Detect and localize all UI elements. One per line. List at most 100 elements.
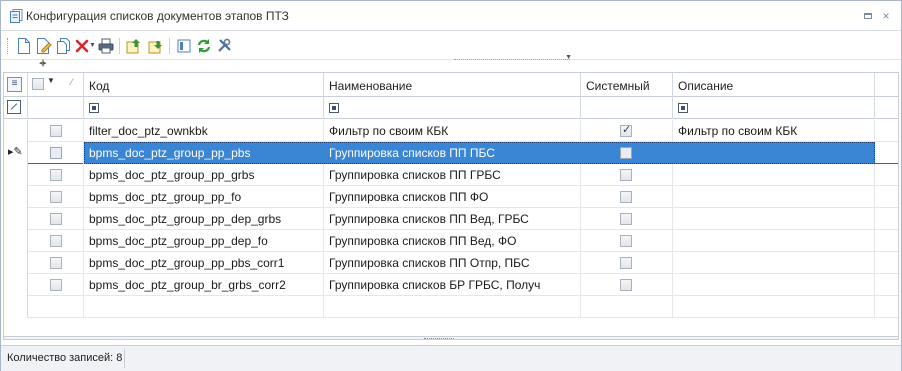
filter-cell-description[interactable]	[673, 97, 875, 119]
new-document-button[interactable]	[15, 37, 33, 55]
cell-description[interactable]: Фильтр по своим КБК	[673, 120, 875, 142]
cell-code[interactable]: filter_doc_ptz_ownkbk	[84, 120, 324, 142]
row-indicator[interactable]	[4, 230, 28, 252]
row-select-checkbox[interactable]	[50, 257, 62, 269]
row-indicator[interactable]: ▸✎	[4, 142, 28, 164]
cell-system[interactable]	[581, 274, 673, 296]
column-chooser-icon[interactable]: ≡	[7, 77, 22, 92]
settings-button[interactable]	[215, 37, 233, 55]
table-row[interactable]: bpms_doc_ptz_group_pp_dep_grbs Группировк…	[4, 208, 898, 230]
row-select-checkbox[interactable]	[50, 191, 62, 203]
cell-name[interactable]: Группировка списков ПП Вед, ФО	[324, 230, 581, 252]
cell-system[interactable]	[581, 252, 673, 274]
row-indicator[interactable]	[4, 274, 28, 296]
columns-button[interactable]	[175, 37, 193, 55]
table-row[interactable]: bpms_doc_ptz_group_pp_fo Группировка спис…	[4, 186, 898, 208]
system-checkbox[interactable]	[620, 123, 632, 137]
row-indicator[interactable]	[4, 208, 28, 230]
cell-system[interactable]	[581, 164, 673, 186]
filter-cell-code[interactable]	[84, 97, 324, 119]
system-checkbox[interactable]	[620, 169, 632, 181]
cell-system[interactable]	[581, 186, 673, 208]
move-down-button[interactable]	[147, 37, 165, 55]
select-all-header: ▼ ⁄	[28, 73, 84, 97]
filter-editor-icon[interactable]	[7, 100, 21, 114]
row-select-checkbox[interactable]	[50, 147, 62, 159]
cell-description[interactable]	[673, 252, 875, 274]
filter-cell-select	[28, 97, 84, 119]
select-dropdown-arrow[interactable]: ▼	[47, 76, 55, 85]
cell-description[interactable]	[673, 186, 875, 208]
row-select-cell	[28, 296, 84, 318]
column-chooser-cell: ≡	[4, 73, 28, 97]
toolbar-grip[interactable]	[7, 38, 10, 54]
filter-condition-icon[interactable]	[329, 103, 339, 113]
cell-description[interactable]	[673, 230, 875, 252]
copy-document-button[interactable]	[55, 37, 73, 55]
cell-name[interactable]: Группировка списков ПП ФО	[324, 186, 581, 208]
cell-system[interactable]	[581, 142, 673, 164]
system-checkbox[interactable]	[620, 191, 632, 203]
row-indicator[interactable]	[4, 186, 28, 208]
refresh-icon	[197, 39, 211, 53]
cell-description[interactable]	[673, 208, 875, 230]
column-header-code[interactable]: Код	[84, 73, 324, 97]
row-indicator[interactable]	[4, 120, 28, 142]
move-up-button[interactable]	[125, 37, 143, 55]
column-header-description[interactable]: Описание	[673, 73, 875, 97]
print-button[interactable]	[97, 37, 115, 55]
restore-button[interactable]	[861, 9, 875, 23]
delete-dropdown-arrow[interactable]: ▼	[89, 42, 96, 49]
filter-cell-name[interactable]	[324, 97, 581, 119]
horizontal-splitter[interactable]	[4, 336, 898, 339]
cell-code[interactable]: bpms_doc_ptz_group_pp_dep_grbs	[84, 208, 324, 230]
cell-code[interactable]: bpms_doc_ptz_group_br_grbs_corr2	[84, 274, 324, 296]
row-indicator[interactable]	[4, 164, 28, 186]
system-checkbox[interactable]	[620, 213, 632, 225]
system-checkbox[interactable]	[620, 279, 632, 291]
cell-description[interactable]	[673, 142, 875, 164]
cell-name[interactable]: Группировка списков ПП Отпр, ПБС	[324, 252, 581, 274]
close-button[interactable]: ×	[879, 9, 893, 23]
edit-document-icon	[37, 38, 52, 54]
cell-code[interactable]: bpms_doc_ptz_group_pp_pbs_corr1	[84, 252, 324, 274]
record-count: Количество записей: 8	[7, 352, 123, 364]
table-row[interactable]: bpms_doc_ptz_group_br_grbs_corr2 Группиро…	[4, 274, 898, 296]
cell-name[interactable]: Фильтр по своим КБК	[324, 120, 581, 142]
cell-name[interactable]: Группировка списков ПП ПБС	[324, 142, 581, 164]
cell-code[interactable]: bpms_doc_ptz_group_pp_pbs	[84, 142, 324, 164]
system-checkbox[interactable]	[620, 257, 632, 269]
row-select-checkbox[interactable]	[50, 213, 62, 225]
edit-document-button[interactable]	[35, 37, 53, 55]
cell-code[interactable]: bpms_doc_ptz_group_pp_grbs	[84, 164, 324, 186]
filter-cell-system[interactable]	[581, 97, 673, 119]
refresh-button[interactable]	[195, 37, 213, 55]
system-checkbox[interactable]	[620, 235, 632, 247]
row-select-checkbox[interactable]	[50, 235, 62, 247]
filter-condition-icon[interactable]	[89, 103, 99, 113]
column-header-name[interactable]: Наименование	[324, 73, 581, 97]
table-row[interactable]: filter_doc_ptz_ownkbk Фильтр по своим КБК…	[4, 120, 898, 142]
row-select-checkbox[interactable]	[50, 125, 62, 137]
select-all-checkbox[interactable]	[32, 78, 44, 90]
cell-system[interactable]	[581, 230, 673, 252]
table-row[interactable]: ▸✎ bpms_doc_ptz_group_pp_pbs Группировка с…	[4, 142, 898, 164]
cell-code[interactable]: bpms_doc_ptz_group_pp_dep_fo	[84, 230, 324, 252]
cell-description[interactable]	[673, 274, 875, 296]
table-row[interactable]: bpms_doc_ptz_group_pp_grbs Группировка сп…	[4, 164, 898, 186]
cell-description[interactable]	[673, 164, 875, 186]
cell-code[interactable]: bpms_doc_ptz_group_pp_fo	[84, 186, 324, 208]
column-header-system[interactable]: Системный	[581, 73, 673, 97]
table-row[interactable]: bpms_doc_ptz_group_pp_dep_fo Группировка …	[4, 230, 898, 252]
row-indicator[interactable]	[4, 252, 28, 274]
filter-condition-icon[interactable]	[678, 103, 688, 113]
row-select-checkbox[interactable]	[50, 279, 62, 291]
cell-name[interactable]: Группировка списков ПП Вед, ГРБС	[324, 208, 581, 230]
cell-name[interactable]: Группировка списков ПП ГРБС	[324, 164, 581, 186]
cell-system[interactable]	[581, 208, 673, 230]
cell-name[interactable]: Группировка списков БР ГРБС, Получ	[324, 274, 581, 296]
row-select-checkbox[interactable]	[50, 169, 62, 181]
table-row[interactable]: bpms_doc_ptz_group_pp_pbs_corr1 Группиров…	[4, 252, 898, 274]
system-checkbox[interactable]	[620, 147, 632, 159]
cell-system[interactable]	[581, 120, 673, 142]
